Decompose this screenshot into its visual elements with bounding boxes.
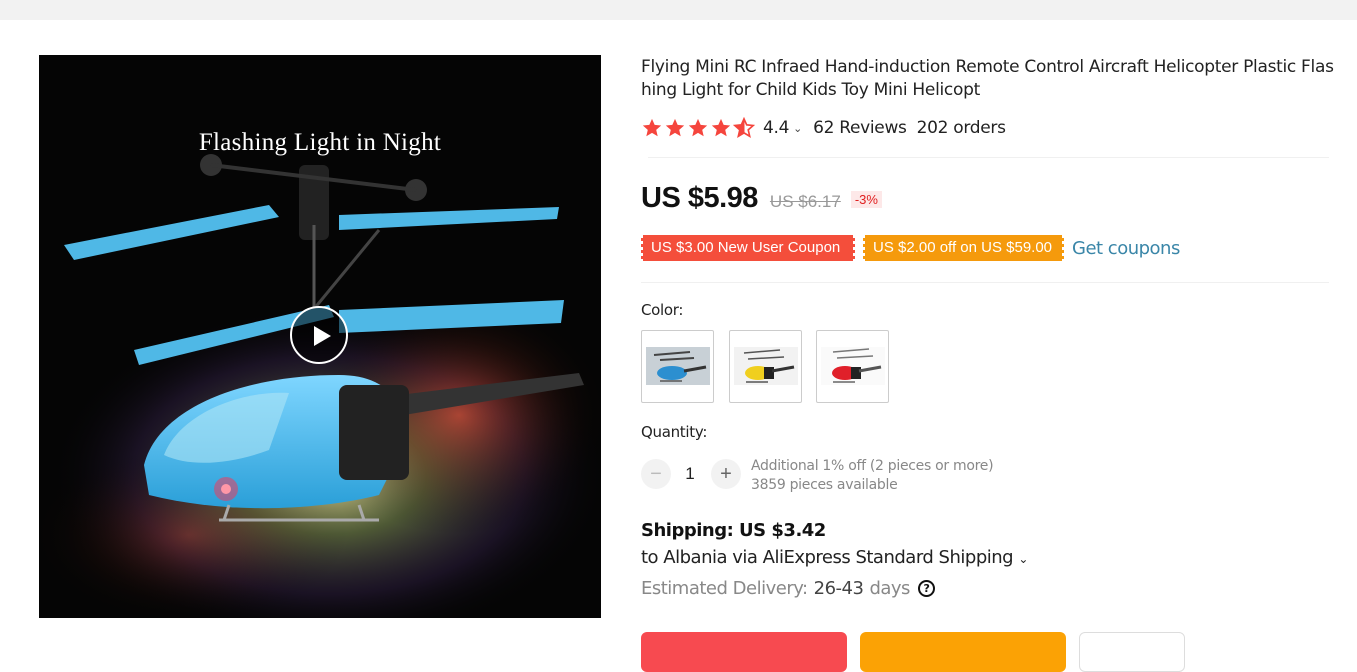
star-icon [711, 118, 731, 137]
rating-row: 4.4 ⌄ 62 Reviews 202 orders [641, 116, 1006, 140]
star-icon [688, 118, 708, 137]
chevron-down-icon: ⌄ [1018, 552, 1028, 566]
shipping-cost: Shipping: US $3.42 [641, 520, 826, 541]
star-icon [665, 118, 685, 137]
yellow-helicopter-icon [734, 347, 798, 385]
image-caption: Flashing Light in Night [198, 129, 442, 156]
delivery-unit: days [869, 578, 910, 599]
blue-helicopter-icon [646, 347, 710, 385]
play-video-button[interactable] [290, 306, 348, 364]
top-bar [0, 0, 1357, 20]
delivery-label: Estimated Delivery: [641, 578, 808, 599]
coupon-row: US $3.00 New User Coupon US $2.00 off on… [641, 235, 1180, 261]
estimated-delivery: Estimated Delivery: 26-43 days ? [641, 578, 935, 599]
decrease-quantity-button[interactable]: − [641, 459, 671, 489]
star-icon [642, 118, 662, 137]
price-row: US $5.98 US $6.17 -3% [641, 182, 882, 215]
color-option-red[interactable] [816, 330, 889, 403]
color-option-yellow[interactable] [729, 330, 802, 403]
red-helicopter-icon [821, 347, 885, 385]
play-icon [314, 326, 331, 346]
main-product-image[interactable]: Flashing Light in Night [39, 55, 601, 618]
rating-value: 4.4 [763, 118, 790, 138]
original-price: US $6.17 [769, 192, 841, 211]
shipping-method-selector[interactable]: to Albania via AliExpress Standard Shipp… [641, 547, 1028, 568]
color-option-blue[interactable] [641, 330, 714, 403]
delivery-days: 26-43 [813, 578, 864, 599]
new-user-coupon[interactable]: US $3.00 New User Coupon [641, 235, 855, 261]
reviews-link[interactable]: 62 Reviews [813, 118, 907, 138]
bulk-discount-note: Additional 1% off (2 pieces or more) [751, 458, 994, 474]
increase-quantity-button[interactable]: + [711, 459, 741, 489]
stock-available: 3859 pieces available [751, 477, 898, 493]
add-to-cart-button[interactable] [860, 632, 1066, 672]
wishlist-button[interactable] [1079, 632, 1185, 672]
discount-badge: -3% [850, 191, 882, 208]
current-price: US $5.98 [641, 182, 758, 214]
orders-count: 202 orders [916, 118, 1006, 138]
quantity-input[interactable] [675, 463, 705, 485]
divider [648, 157, 1329, 158]
star-rating [641, 117, 755, 139]
half-star-icon [733, 117, 755, 138]
divider [641, 282, 1329, 283]
quantity-info: Additional 1% off (2 pieces or more) 385… [751, 457, 994, 495]
shipping-route: to Albania via AliExpress Standard Shipp… [641, 547, 1014, 568]
chevron-down-icon[interactable]: ⌄ [793, 122, 802, 135]
get-coupons-link[interactable]: Get coupons [1072, 238, 1180, 259]
store-coupon[interactable]: US $2.00 off on US $59.00 [863, 235, 1064, 261]
quantity-label: Quantity: [641, 423, 708, 441]
product-title: Flying Mini RC Infraed Hand-induction Re… [641, 57, 1334, 100]
help-icon[interactable]: ? [917, 580, 935, 597]
buy-now-button[interactable] [641, 632, 847, 672]
color-label: Color: [641, 301, 684, 319]
